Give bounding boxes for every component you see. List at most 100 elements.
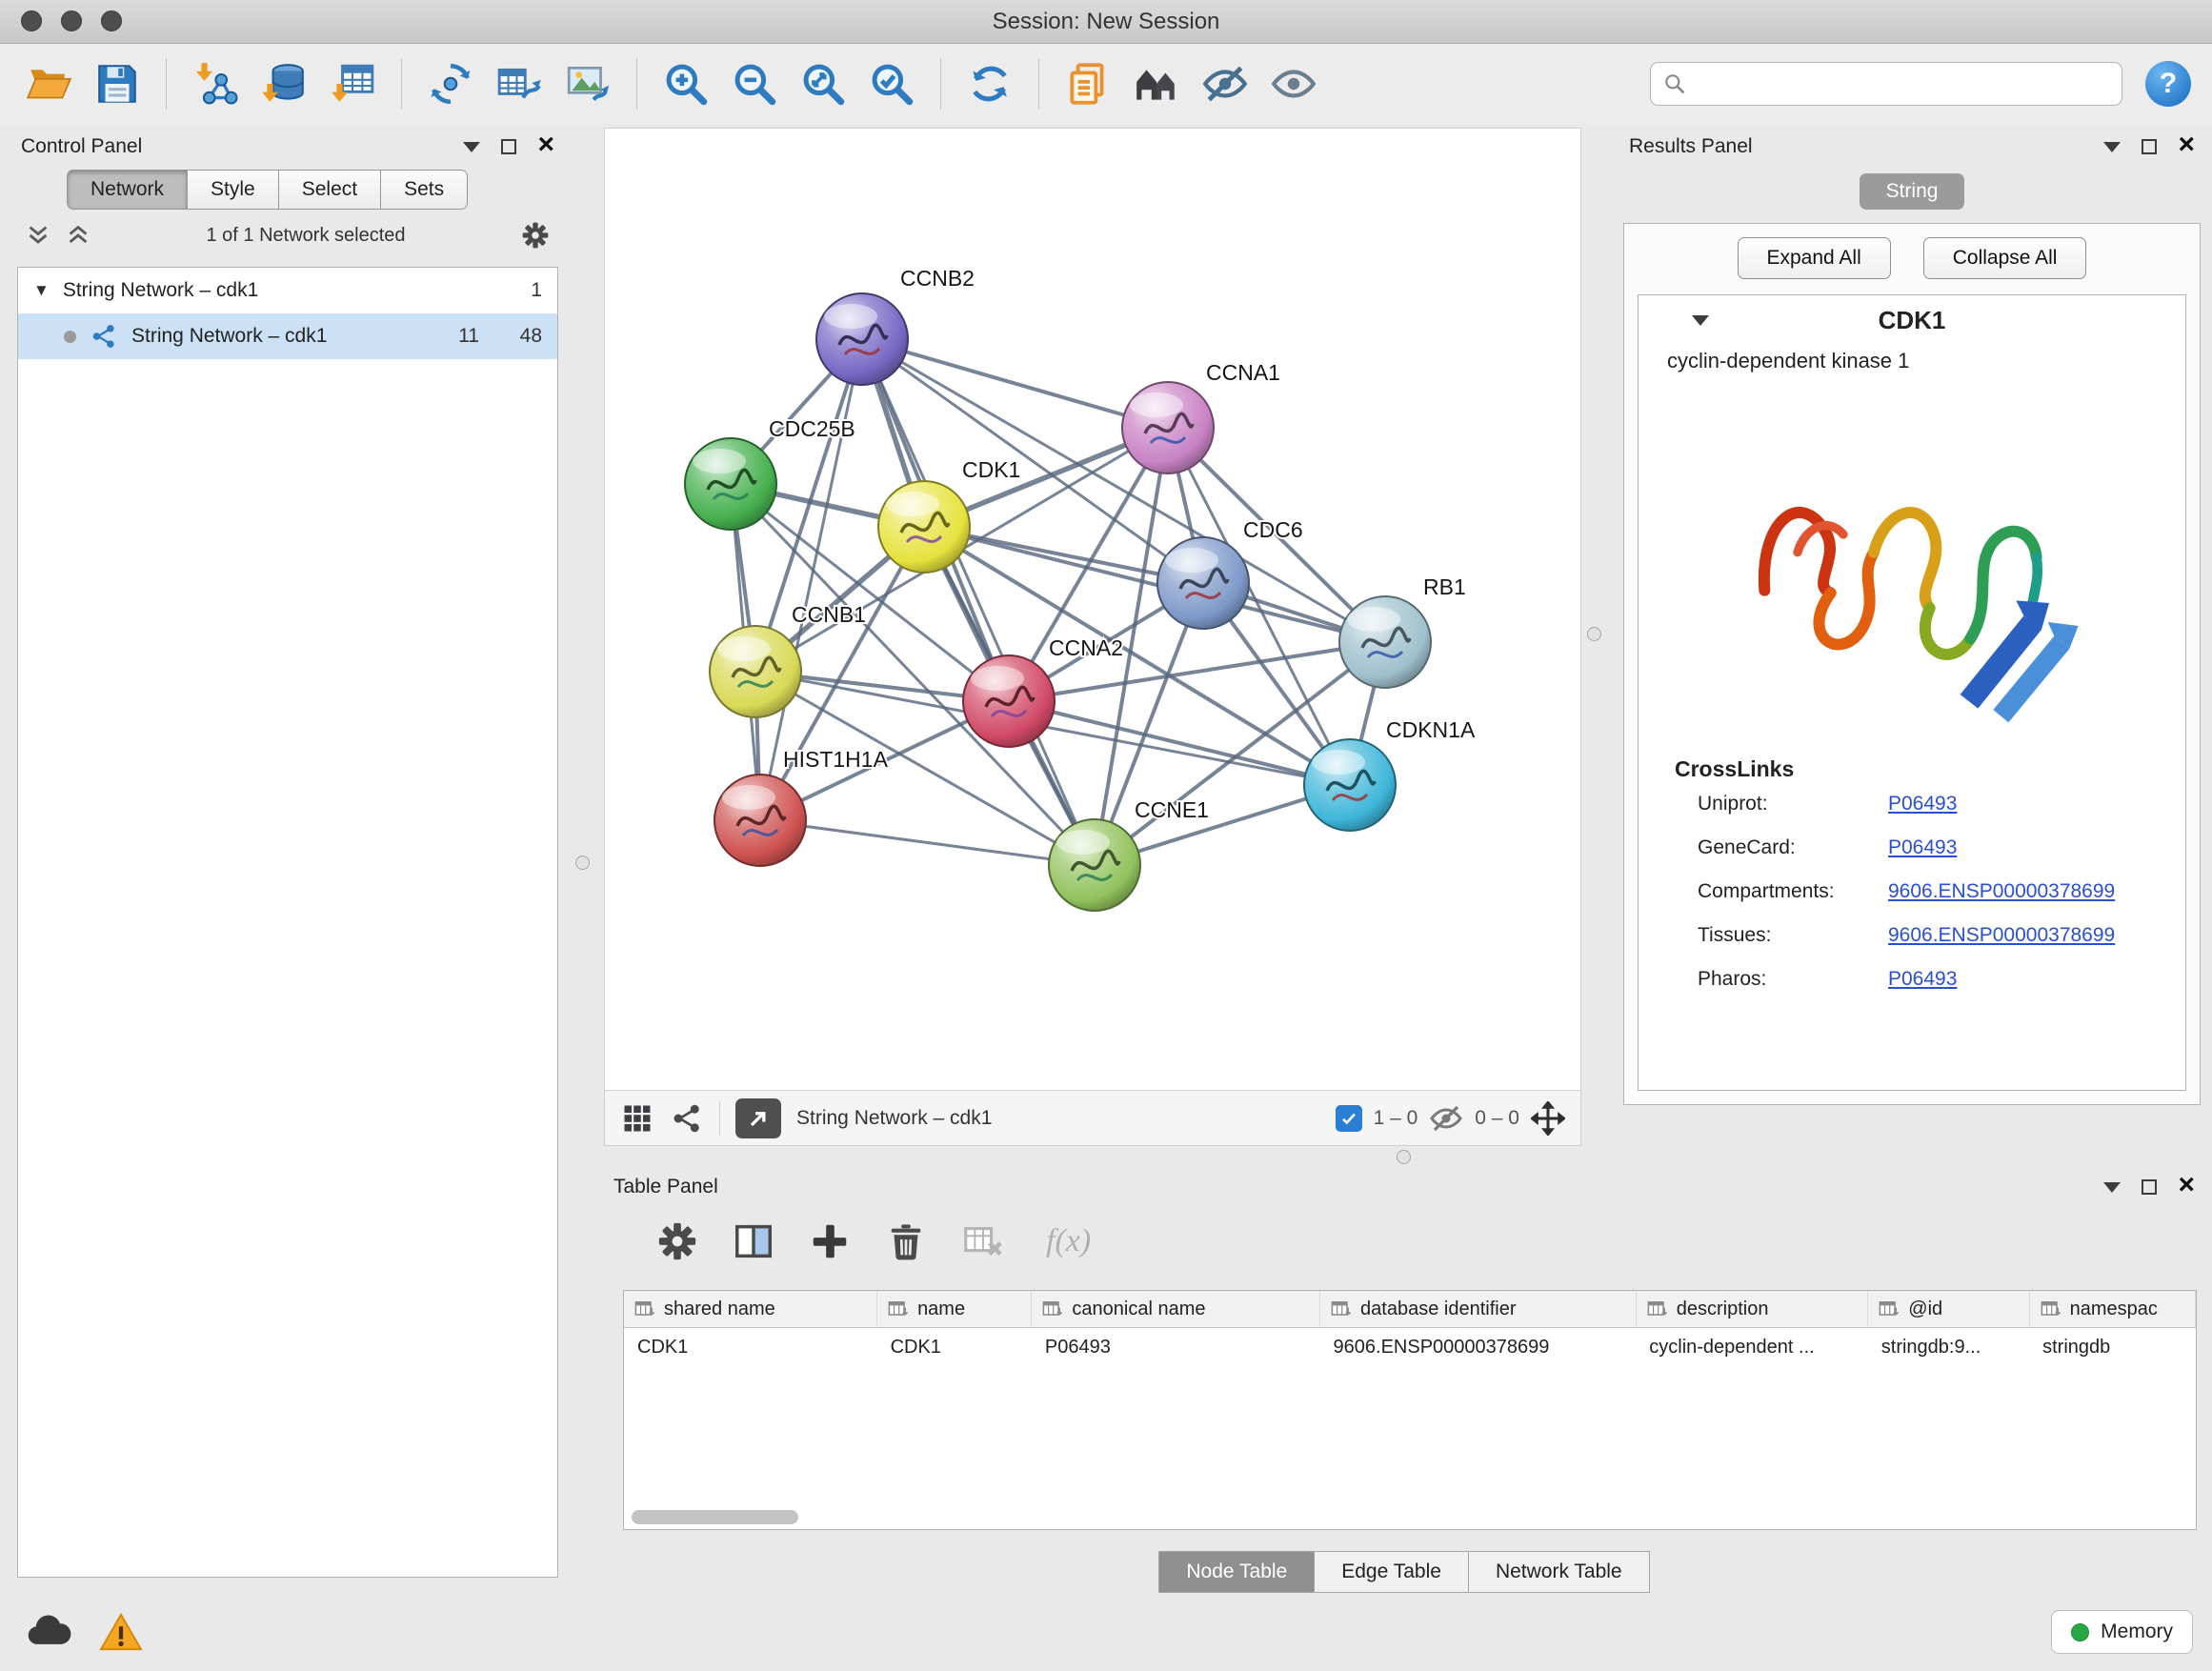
zoom-window-icon[interactable] <box>101 10 122 31</box>
table-row[interactable]: CDK1CDK1P064939606.ENSP00000378699cyclin… <box>624 1328 2196 1368</box>
zoom-fit-button[interactable] <box>792 52 855 115</box>
refresh-network-button[interactable] <box>958 52 1021 115</box>
tab-select[interactable]: Select <box>279 170 381 210</box>
cloud-status-icon[interactable] <box>25 1612 74 1648</box>
network-node-cdc6[interactable]: CDC6 <box>1157 517 1303 629</box>
scrollbar-thumb[interactable] <box>632 1510 798 1524</box>
network-options-gear-icon[interactable] <box>520 220 551 251</box>
export-image-button[interactable] <box>556 52 619 115</box>
table-horizontal-scrollbar[interactable] <box>632 1510 2188 1524</box>
zoom-in-button[interactable] <box>654 52 717 115</box>
import-network-database-button[interactable] <box>252 52 315 115</box>
column-sort-icon[interactable] <box>1041 1298 1064 1320</box>
genecard-link[interactable]: P06493 <box>1888 836 1957 859</box>
network-share-icon[interactable] <box>670 1101 704 1136</box>
network-node-ccnb2[interactable]: CCNB2 <box>816 266 975 385</box>
close-panel-icon[interactable]: × <box>2178 131 2195 159</box>
float-panel-icon[interactable] <box>2142 139 2157 154</box>
network-node-ccnb1[interactable]: CCNB1 <box>710 602 866 717</box>
splitter-handle-right[interactable] <box>1587 627 1601 641</box>
help-button[interactable]: ? <box>2145 61 2191 107</box>
network-edge[interactable] <box>924 527 1385 642</box>
tab-edge-table[interactable]: Edge Table <box>1315 1551 1469 1593</box>
zoom-selected-button[interactable] <box>860 52 923 115</box>
column-header-name[interactable]: name <box>877 1291 1032 1328</box>
network-node-cdc25b[interactable]: CDC25B <box>685 416 855 530</box>
node-table-body[interactable]: CDK1CDK1P064939606.ENSP00000378699cyclin… <box>624 1328 2196 1368</box>
uniprot-link[interactable]: P06493 <box>1888 793 1957 815</box>
save-session-button[interactable] <box>86 52 149 115</box>
birdseye-view-icon[interactable] <box>620 1101 654 1136</box>
network-edge[interactable] <box>862 339 1168 428</box>
column-sort-icon[interactable] <box>1330 1298 1353 1320</box>
network-collection-row[interactable]: ▼ String Network – cdk1 1 <box>18 268 557 313</box>
column-sort-icon[interactable] <box>633 1298 656 1320</box>
splitter-handle-bottom[interactable] <box>1397 1150 1411 1164</box>
network-node-cdk1[interactable]: CDK1 <box>878 457 1020 573</box>
column-header--id[interactable]: @id <box>1868 1291 2029 1328</box>
tab-sets[interactable]: Sets <box>381 170 468 210</box>
tab-node-table[interactable]: Node Table <box>1158 1551 1315 1593</box>
network-node-hist1h1a[interactable]: HIST1H1A <box>714 747 889 866</box>
new-network-button[interactable] <box>419 52 482 115</box>
import-network-file-button[interactable] <box>184 52 247 115</box>
column-header-shared-name[interactable]: shared name <box>624 1291 877 1328</box>
selected-checkbox-icon[interactable] <box>1336 1105 1362 1132</box>
open-session-button[interactable] <box>17 52 80 115</box>
collapse-panel-icon[interactable] <box>463 142 480 152</box>
float-panel-icon[interactable] <box>2142 1179 2157 1195</box>
network-node-cdkn1a[interactable]: CDKN1A <box>1304 717 1476 831</box>
hidden-eye-slash-icon[interactable] <box>1429 1101 1463 1136</box>
network-edge[interactable] <box>862 339 1095 865</box>
zoom-out-button[interactable] <box>723 52 786 115</box>
function-builder-fx-icon[interactable]: f(x) <box>1046 1223 1091 1259</box>
expand-all-button[interactable]: Expand All <box>1738 237 1891 279</box>
column-header-canonical-name[interactable]: canonical name <box>1032 1291 1320 1328</box>
column-header-namespac[interactable]: namespac <box>2029 1291 2195 1328</box>
string-results-tab[interactable]: String <box>1860 173 1965 210</box>
column-sort-icon[interactable] <box>887 1298 910 1320</box>
toolbar-search[interactable] <box>1650 62 2122 106</box>
delete-column-trash-icon[interactable] <box>884 1219 928 1263</box>
network-row[interactable]: String Network – cdk1 11 48 <box>18 313 557 359</box>
collapse-all-button[interactable]: Collapse All <box>1923 237 2087 279</box>
collapse-section-icon[interactable] <box>1692 315 1709 326</box>
column-header-database-identifier[interactable]: database identifier <box>1320 1291 1637 1328</box>
tissues-link[interactable]: 9606.ENSP00000378699 <box>1888 924 2115 947</box>
protein-section-header[interactable]: CDK1 <box>1639 295 2185 345</box>
network-canvas[interactable]: CCNB2CCNA1CDC25BCDK1CDC6RB1CCNB1CCNA2CDK… <box>605 129 1580 1090</box>
import-table-file-button[interactable] <box>321 52 384 115</box>
caret-down-icon[interactable]: ▼ <box>33 281 50 300</box>
export-network-button[interactable] <box>488 52 551 115</box>
collapse-all-networks-icon[interactable] <box>65 222 91 249</box>
tab-style[interactable]: Style <box>188 170 279 210</box>
pharos-link[interactable]: P06493 <box>1888 968 1957 991</box>
column-sort-icon[interactable] <box>2040 1298 2062 1320</box>
pan-crosshair-icon[interactable] <box>1531 1101 1565 1136</box>
column-sort-icon[interactable] <box>1878 1298 1900 1320</box>
splitter-handle-left[interactable] <box>575 856 590 870</box>
search-input[interactable] <box>1697 72 2110 95</box>
node-table[interactable]: shared namenamecanonical namedatabase id… <box>623 1290 2197 1530</box>
close-panel-icon[interactable]: × <box>2178 1171 2195 1199</box>
open-in-new-window-button[interactable] <box>735 1098 781 1138</box>
collapse-panel-icon[interactable] <box>2103 1182 2121 1193</box>
collapse-panel-icon[interactable] <box>2103 142 2121 152</box>
network-edge[interactable] <box>760 820 1095 865</box>
tab-network[interactable]: Network <box>67 170 188 210</box>
compartments-link[interactable]: 9606.ENSP00000378699 <box>1888 880 2115 903</box>
column-header-description[interactable]: description <box>1636 1291 1868 1328</box>
minimize-window-icon[interactable] <box>61 10 82 31</box>
add-column-plus-icon[interactable] <box>808 1219 852 1263</box>
network-node-rb1[interactable]: RB1 <box>1339 574 1466 688</box>
network-node-ccna1[interactable]: CCNA1 <box>1122 360 1280 473</box>
delete-table-icon[interactable] <box>960 1219 1004 1263</box>
show-all-button[interactable] <box>1262 52 1325 115</box>
expand-all-networks-icon[interactable] <box>25 222 51 249</box>
close-window-icon[interactable] <box>21 10 42 31</box>
warning-icon[interactable] <box>99 1612 143 1652</box>
float-panel-icon[interactable] <box>501 139 516 154</box>
column-sort-icon[interactable] <box>1646 1298 1669 1320</box>
memory-button[interactable]: Memory <box>2051 1610 2193 1654</box>
close-panel-icon[interactable]: × <box>537 131 554 159</box>
